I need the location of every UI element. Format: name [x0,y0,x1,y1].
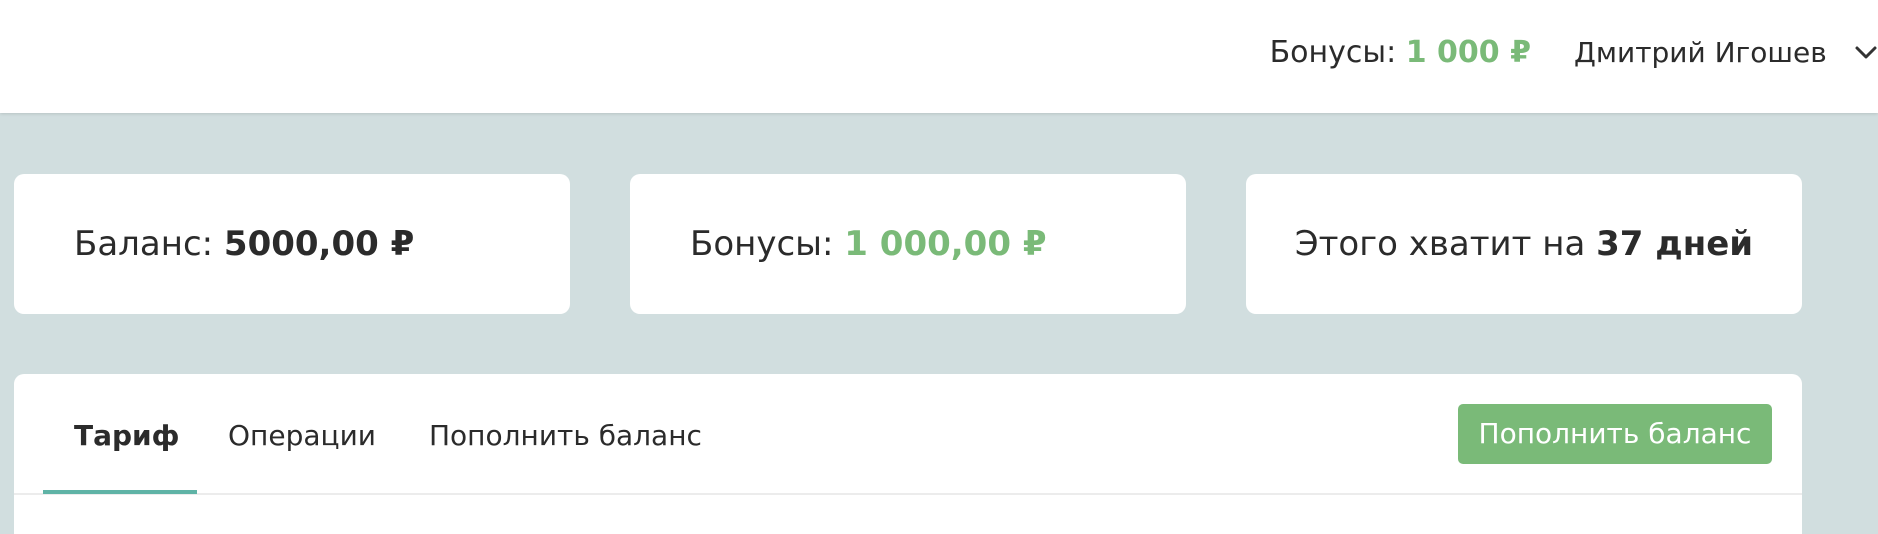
user-name: Дмитрий Игошев [1574,36,1827,69]
bonuses-value: 1 000,00 ₽ [844,224,1047,264]
chevron-down-icon[interactable] [1853,40,1878,66]
tab-topup[interactable]: Пополнить баланс [429,416,702,492]
header-bonus-value: 1 000 ₽ [1405,35,1531,70]
active-tab-indicator [43,490,197,494]
balance-label: Баланс: [74,224,214,264]
balance-card: Баланс: 5000,00 ₽ [14,174,570,314]
balance-value: 5000,00 ₽ [223,224,415,264]
top-header: Бонусы: 1 000 ₽ Дмитрий Игошев [0,0,1878,113]
duration-card: Этого хватит на 37 дней [1246,174,1802,314]
tab-operations[interactable]: Операции [228,416,376,492]
header-bonus: Бонусы: 1 000 ₽ [1270,33,1531,73]
duration-value: 37 дней [1596,224,1754,264]
duration-label: Этого хватит на [1294,224,1586,264]
topup-button[interactable]: Пополнить баланс [1458,404,1772,464]
bonuses-label: Бонусы: [690,224,834,264]
tabs-divider [14,493,1802,495]
user-menu[interactable]: Дмитрий Игошев [1574,33,1878,73]
header-bonus-label: Бонусы: [1269,35,1397,70]
tab-tariff[interactable]: Тариф [74,416,179,492]
tabs-panel: Тариф Операции Пополнить баланс Пополнит… [14,374,1802,534]
bonuses-card: Бонусы: 1 000,00 ₽ [630,174,1186,314]
